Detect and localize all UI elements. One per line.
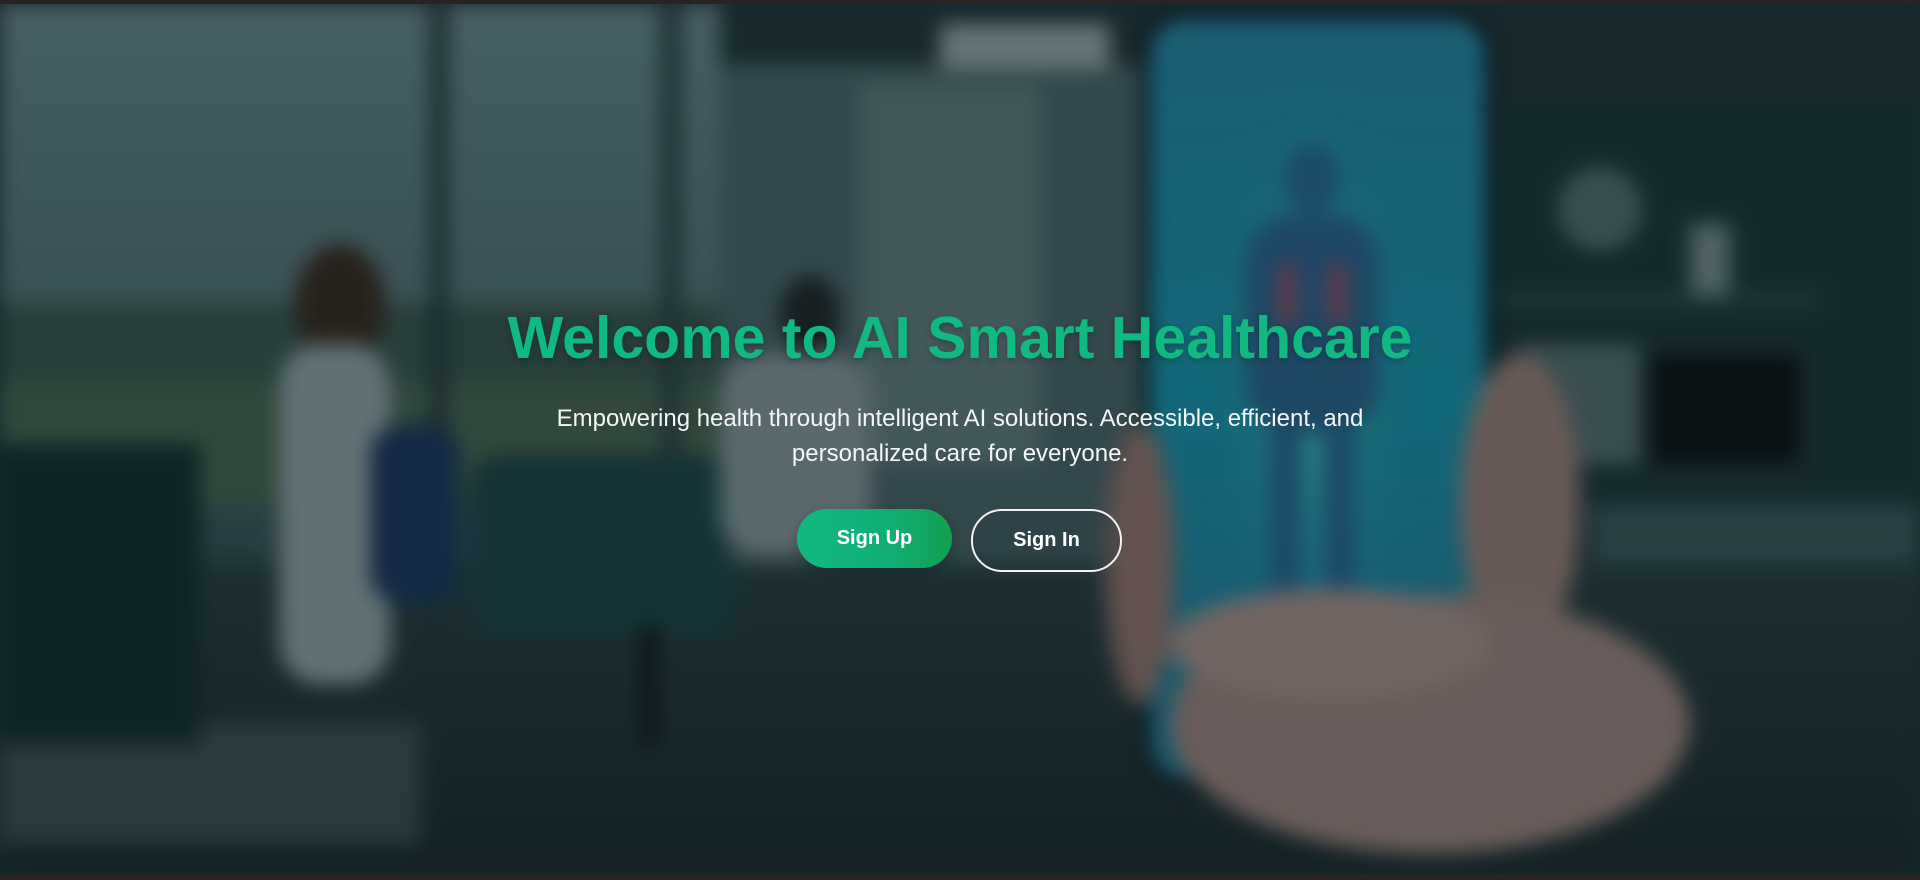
hero-subtitle: Empowering health through intelligent AI… bbox=[556, 405, 1364, 467]
hero-section: Welcome to AI Smart Healthcare Empowerin… bbox=[0, 4, 1920, 875]
sign-up-button[interactable]: Sign Up bbox=[797, 509, 952, 568]
page-bottom-edge bbox=[0, 875, 1920, 880]
hero-title: Welcome to AI Smart Healthcare bbox=[507, 305, 1413, 371]
sign-in-button[interactable]: Sign In bbox=[971, 509, 1122, 572]
